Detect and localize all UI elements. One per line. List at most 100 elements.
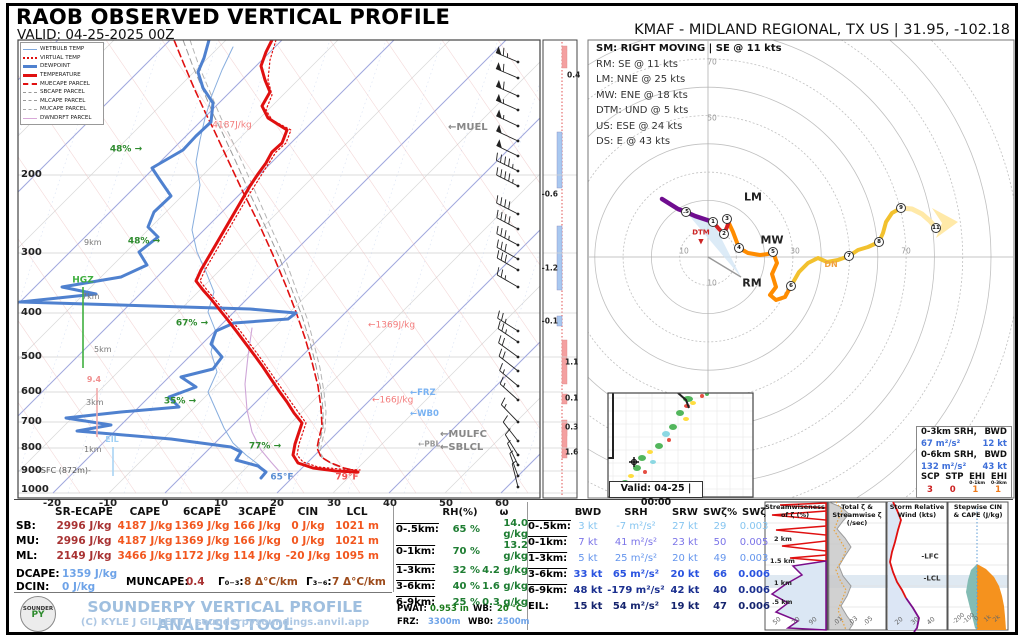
mucape-line-icon	[23, 109, 37, 110]
inset-valid-label: Valid: 04-25 | 00:00	[609, 481, 703, 498]
wind-barb	[497, 203, 518, 214]
wind-barb	[497, 167, 498, 175]
dry-adiabat-line	[106, 40, 416, 493]
frz-value-label: FRZ:	[397, 617, 419, 627]
storm-motion-line: RM: SE @ 11 kts	[596, 60, 678, 70]
radar-echo	[669, 424, 677, 430]
omega-bar	[557, 132, 562, 188]
isotherm-line	[53, 40, 506, 493]
panel-title-stepwise: Stepwise CIN & CAPE (J/kg)	[950, 504, 1006, 520]
storm-motion-line: DS: E @ 43 kts	[596, 137, 670, 147]
hodograph-marker-label: 1	[711, 219, 715, 225]
bwd-0-6-label: BWD	[985, 450, 1007, 462]
legend-item: SBCAPE PARCEL	[23, 88, 101, 97]
wind-barb	[501, 197, 502, 205]
legend-item: MUECAPE PARCEL	[23, 79, 101, 88]
wind-barb	[496, 94, 501, 103]
wind-barb	[496, 80, 501, 89]
hodo-label-lm: LM	[744, 192, 762, 203]
table-row: 0-1km:7 kt41 m²/s²23 kt500.005	[528, 534, 771, 550]
wind-barb	[497, 226, 498, 234]
stp-label: STP	[945, 473, 963, 485]
shear-header-row: BWDSRHSRWSWζ%SWζ	[528, 507, 771, 518]
temp-tick: 40	[383, 499, 397, 509]
dwndrft-line-icon	[23, 118, 37, 119]
omega-value: 1.6	[565, 448, 578, 456]
dcape-label: DCAPE:	[16, 568, 60, 580]
ehi-0-3-label: EHI0-3km	[991, 473, 1007, 485]
skewt-annotation: 35% →	[164, 398, 196, 407]
pressure-tick: 200	[21, 170, 42, 180]
wind-barb	[496, 153, 497, 161]
table-divider	[393, 505, 394, 592]
wind-barb	[500, 363, 503, 370]
pressure-tick: 800	[21, 443, 42, 453]
wind-barb	[501, 253, 503, 261]
wind-barb	[503, 369, 504, 373]
wind-barb	[496, 160, 518, 171]
wind-barb	[506, 329, 507, 333]
legend-label: DWNDRFT PARCEL	[40, 115, 92, 121]
ring-label: 30	[790, 247, 800, 255]
hodograph-marker-label: 4	[737, 245, 741, 251]
legend-label: VIRTUAL TEMP	[40, 55, 80, 61]
lapse-3-6-value: 7 Δ°C/km	[332, 576, 386, 588]
surface-dewpoint-label: 65°F	[270, 474, 293, 483]
legend-label: MLCAPE PARCEL	[40, 98, 85, 104]
omega-value: -1.2	[542, 264, 558, 272]
pressure-tick: 700	[21, 417, 42, 427]
radar-echo	[690, 401, 696, 405]
lapse-3-6-label: Γ₃₋₆:	[306, 576, 332, 588]
radar-echo	[638, 455, 646, 461]
legend-item: TEMPERATURE	[23, 71, 101, 80]
scp-value: 3	[927, 485, 933, 496]
omega-bar	[557, 226, 562, 290]
wind-barb	[509, 159, 510, 167]
wind-barb	[496, 139, 501, 148]
isotherm-line	[109, 40, 562, 493]
storm-motion-line: SM: RIGHT MOVING | SE @ 11 kts	[596, 44, 782, 54]
omega-value: 1.1	[565, 358, 578, 366]
height-label: 7km	[82, 293, 100, 301]
scp-label: SCP	[921, 473, 940, 485]
pressure-tick: 1000	[21, 485, 49, 495]
muncape-label: MUNCAPE:	[126, 576, 189, 588]
radar-echo	[676, 410, 684, 416]
omega-value: 0.4	[567, 71, 580, 79]
wind-barb	[505, 230, 506, 238]
eil-label: EIL	[105, 436, 119, 444]
moist-adiabat-line	[404, 40, 554, 493]
mlcape-line-icon	[23, 100, 37, 101]
wb0-label: ←WB0	[410, 410, 439, 419]
ring-label: 10	[679, 247, 689, 255]
wind-barb	[499, 349, 502, 356]
footer-tool-name: SOUNDERPY VERTICAL PROFILE ANALYSIS TOOL	[60, 598, 390, 634]
omega-value: 0.3	[565, 423, 578, 431]
bwd-0-3-value: 12 kt	[982, 439, 1007, 451]
panel-height-label: 2 km	[774, 536, 792, 543]
wind-barb	[505, 319, 506, 323]
table-row: MU:2996 J/kg4187 J/kg1369 J/kg166 J/kg0 …	[16, 533, 382, 548]
hodo-label-dn: DN	[824, 261, 837, 269]
shear-table: BWDSRHSRWSWζ%SWζ 0-.5km:3 kt-7 m²/s²27 k…	[528, 507, 771, 614]
moist-adiabat-line	[236, 40, 386, 493]
wind-barb	[496, 46, 502, 55]
sounderpy-logo: SOUNDER PY	[20, 596, 56, 632]
wind-barb	[499, 335, 501, 343]
wind-barb	[505, 255, 507, 263]
temperature-line-icon	[23, 74, 37, 77]
radar-echo	[662, 431, 670, 437]
table-row: 3-6km:40 %1.6 g/kg	[396, 578, 528, 594]
height-label: 1km	[84, 446, 102, 454]
valid-time: VALID: 04-25-2025 00Z	[17, 27, 175, 43]
table-row: 1-3km:5 kt25 m²/s²20 kt490.003	[528, 550, 771, 566]
hodograph-marker-label: 3	[725, 216, 729, 222]
table-row: 0-.5km:3 kt-7 m²/s²27 kt290.003	[528, 518, 771, 534]
storm-motion-line: US: ESE @ 24 kts	[596, 122, 682, 132]
muecape-line-icon	[23, 83, 37, 85]
omega-value: -0.6	[542, 190, 558, 198]
wind-barb	[497, 234, 518, 245]
skewt-legend: WETBULB TEMP VIRTUAL TEMP DEWPOINT TEMPE…	[20, 42, 104, 125]
surface-temp-label: 79°F	[335, 474, 358, 483]
omega-value: 0.1	[565, 394, 578, 402]
